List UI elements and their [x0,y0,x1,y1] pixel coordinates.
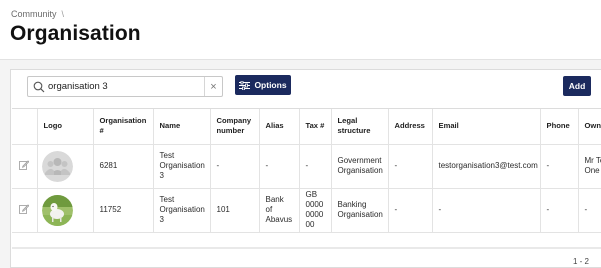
phone-cell: - [540,144,579,189]
table-row[interactable]: 11752 Test Organisation 3 101 Bank of Ab… [12,188,601,233]
legal-structure-cell: Banking Organisation [331,188,389,233]
alias-cell: Bank of Abavus [259,188,300,233]
organisation-number-cell: 6281 [93,144,154,189]
email-cell: testorganisation3@test.com [432,144,541,189]
column-header-owner[interactable]: Owner [578,109,601,145]
options-button[interactable]: Options [235,75,291,95]
column-header-name[interactable]: Name [153,109,211,145]
options-label: Options [254,80,287,90]
legal-structure-cell: Government Organisation [331,144,389,189]
company-number-cell: 101 [210,188,260,233]
table-row[interactable]: 6281 Test Organisation 3 - - - Governmen… [12,144,601,189]
address-cell: - [388,188,433,233]
column-header-legal-structure[interactable]: Legal structure [331,109,389,145]
alias-cell: - [259,144,300,189]
page-title: Organisation [10,22,141,45]
column-header-organisation-number[interactable]: Organisation # [93,109,154,145]
tax-number-cell: - [299,144,332,189]
search-box: × [27,76,223,97]
add-button[interactable]: Add [563,76,591,96]
column-header-tax-number[interactable]: Tax # [299,109,332,145]
owner-cell: - [578,188,601,233]
default-avatar-icon [41,150,73,182]
name-cell: Test Organisation 3 [153,144,211,189]
column-header-phone[interactable]: Phone [540,109,579,145]
edit-cell[interactable] [12,144,38,189]
edit-cell[interactable] [12,188,38,233]
pagination-info: 1 - 2 [572,257,589,266]
logo-cell [37,188,94,233]
address-cell: - [388,144,433,189]
organisation-list-card: × Options Add Logo Or [10,69,601,268]
column-header-logo[interactable]: Logo [37,109,94,145]
breadcrumb: Community \ [11,9,64,19]
owner-cell: Mr Test One [578,144,601,189]
edit-icon[interactable] [19,203,30,214]
company-number-cell: - [210,144,260,189]
column-header-company-number[interactable]: Company number [210,109,260,145]
breadcrumb-item-community[interactable]: Community [11,9,57,19]
name-cell: Test Organisation 3 [153,188,211,233]
sliders-icon [239,80,251,90]
table-header-row: Logo Organisation # Name Company number … [12,109,601,145]
email-cell: - [432,188,541,233]
tax-number-cell: GB 0000 0000 00 [299,188,332,233]
goat-photo [41,194,73,226]
logo-cell [37,144,94,189]
column-header-address[interactable]: Address [388,109,433,145]
add-label: Add [568,81,586,91]
breadcrumb-separator: \ [61,9,65,19]
organisation-number-cell: 11752 [93,188,154,233]
column-header-actions [12,109,38,145]
horizontal-scrollbar[interactable] [12,247,601,249]
organisation-table-container[interactable]: Logo Organisation # Name Company number … [12,108,601,247]
page-header: Community \ Organisation [0,0,601,60]
search-input[interactable] [48,79,204,94]
organisation-table: Logo Organisation # Name Company number … [12,109,601,233]
search-icon [33,81,45,93]
edit-icon[interactable] [19,159,30,170]
column-header-alias[interactable]: Alias [259,109,300,145]
phone-cell: - [540,188,579,233]
clear-search-button[interactable]: × [204,77,222,96]
column-header-email[interactable]: Email [432,109,541,145]
close-icon: × [210,80,217,93]
